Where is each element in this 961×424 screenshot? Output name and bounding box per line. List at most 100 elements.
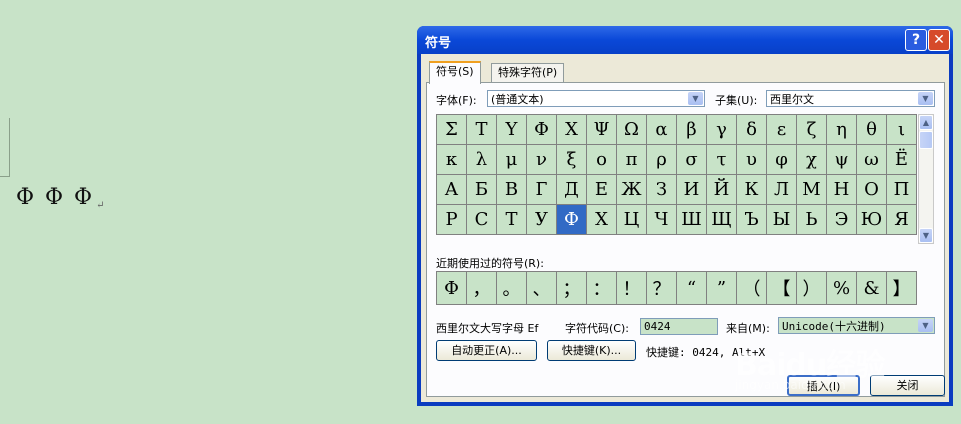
symbol-cell[interactable]: Ш: [677, 205, 707, 235]
subset-select[interactable]: 西里尔文 ▼: [766, 90, 935, 107]
document-text[interactable]: Φ Φ Φ ↵: [16, 185, 107, 211]
recent-symbol-cell[interactable]: ）: [797, 272, 827, 305]
recent-symbol-cell[interactable]: ：: [587, 272, 617, 305]
shortcut-key-button[interactable]: 快捷键(K)...: [547, 340, 636, 361]
symbol-cell[interactable]: Д: [557, 175, 587, 205]
symbol-cell[interactable]: З: [647, 175, 677, 205]
symbol-cell[interactable]: Ю: [857, 205, 887, 235]
symbol-cell[interactable]: δ: [737, 115, 767, 145]
symbol-cell[interactable]: α: [647, 115, 677, 145]
recent-symbol-cell[interactable]: Φ: [437, 272, 467, 305]
symbol-cell[interactable]: К: [737, 175, 767, 205]
symbol-cell[interactable]: Щ: [707, 205, 737, 235]
symbol-cell[interactable]: Э: [827, 205, 857, 235]
symbol-cell[interactable]: Н: [827, 175, 857, 205]
recent-symbol-cell[interactable]: ？: [647, 272, 677, 305]
symbol-cell[interactable]: ι: [887, 115, 917, 145]
symbol-cell[interactable]: κ: [437, 145, 467, 175]
symbol-cell[interactable]: Υ: [497, 115, 527, 145]
dialog-titlebar[interactable]: 符号 ? ✕: [417, 26, 953, 54]
symbol-cell[interactable]: П: [887, 175, 917, 205]
symbol-cell[interactable]: Я: [887, 205, 917, 235]
scroll-down-icon[interactable]: ▼: [919, 228, 933, 243]
recent-symbol-cell[interactable]: 、: [527, 272, 557, 305]
symbol-cell[interactable]: Т: [497, 205, 527, 235]
symbol-cell[interactable]: Х: [587, 205, 617, 235]
tab-special-chars[interactable]: 特殊字符(P): [491, 63, 565, 82]
scroll-up-icon[interactable]: ▲: [919, 115, 933, 130]
symbol-cell[interactable]: Σ: [437, 115, 467, 145]
symbol-cell[interactable]: σ: [677, 145, 707, 175]
symbol-cell[interactable]: О: [857, 175, 887, 205]
symbol-cell[interactable]: Ь: [797, 205, 827, 235]
autocorrect-button[interactable]: 自动更正(A)...: [436, 340, 537, 361]
symbol-cell[interactable]: Τ: [467, 115, 497, 145]
symbol-cell[interactable]: Ё: [887, 145, 917, 175]
symbol-cell[interactable]: λ: [467, 145, 497, 175]
symbol-cell[interactable]: Ъ: [737, 205, 767, 235]
recent-symbol-cell[interactable]: 。: [497, 272, 527, 305]
symbol-cell[interactable]: Φ: [527, 115, 557, 145]
symbol-cell[interactable]: Б: [467, 175, 497, 205]
recent-symbol-cell[interactable]: ，: [467, 272, 497, 305]
symbol-cell[interactable]: ε: [767, 115, 797, 145]
recent-symbol-cell[interactable]: %: [827, 272, 857, 305]
char-code-input[interactable]: 0424: [640, 318, 718, 335]
symbol-cell[interactable]: τ: [707, 145, 737, 175]
symbol-cell[interactable]: ρ: [647, 145, 677, 175]
symbol-cell[interactable]: ω: [857, 145, 887, 175]
close-icon[interactable]: ✕: [928, 29, 950, 51]
symbol-cell[interactable]: Ы: [767, 205, 797, 235]
symbol-cell[interactable]: β: [677, 115, 707, 145]
recent-symbol-cell[interactable]: ！: [617, 272, 647, 305]
ruler-marker: [9, 118, 10, 176]
symbol-cell[interactable]: М: [797, 175, 827, 205]
chevron-down-icon[interactable]: ▼: [688, 92, 703, 105]
symbol-cell[interactable]: С: [467, 205, 497, 235]
recent-symbol-cell[interactable]: 】: [887, 272, 917, 305]
symbol-cell[interactable]: θ: [857, 115, 887, 145]
from-select[interactable]: Unicode(十六进制) ▼: [778, 317, 935, 334]
tab-symbol[interactable]: 符号(S): [429, 61, 481, 84]
symbol-cell[interactable]: Ж: [617, 175, 647, 205]
recent-symbol-cell[interactable]: “: [677, 272, 707, 305]
font-select[interactable]: (普通文本) ▼: [487, 90, 705, 107]
symbol-cell[interactable]: χ: [797, 145, 827, 175]
symbol-cell[interactable]: Χ: [557, 115, 587, 145]
recent-symbol-cell[interactable]: ；: [557, 272, 587, 305]
symbol-cell[interactable]: ν: [527, 145, 557, 175]
symbol-cell[interactable]: ο: [587, 145, 617, 175]
symbol-cell[interactable]: υ: [737, 145, 767, 175]
recent-symbol-cell[interactable]: ”: [707, 272, 737, 305]
symbol-cell[interactable]: Ч: [647, 205, 677, 235]
symbol-cell[interactable]: ψ: [827, 145, 857, 175]
symbol-cell[interactable]: А: [437, 175, 467, 205]
symbol-cell[interactable]: ζ: [797, 115, 827, 145]
symbol-cell[interactable]: Ω: [617, 115, 647, 145]
symbol-cell[interactable]: В: [497, 175, 527, 205]
symbol-cell[interactable]: Ц: [617, 205, 647, 235]
symbol-cell[interactable]: μ: [497, 145, 527, 175]
symbol-cell[interactable]: ξ: [557, 145, 587, 175]
recent-symbol-cell[interactable]: 【: [767, 272, 797, 305]
symbol-cell[interactable]: Е: [587, 175, 617, 205]
symbol-cell[interactable]: η: [827, 115, 857, 145]
symbol-cell[interactable]: Г: [527, 175, 557, 205]
symbol-cell[interactable]: φ: [767, 145, 797, 175]
symbol-cell[interactable]: Р: [437, 205, 467, 235]
symbol-cell[interactable]: Ф: [557, 205, 587, 235]
recent-symbol-cell[interactable]: &: [857, 272, 887, 305]
symbol-cell[interactable]: Й: [707, 175, 737, 205]
symbol-cell[interactable]: Л: [767, 175, 797, 205]
symbol-cell[interactable]: π: [617, 145, 647, 175]
symbol-cell[interactable]: γ: [707, 115, 737, 145]
symbol-cell[interactable]: И: [677, 175, 707, 205]
symbol-grid-scrollbar[interactable]: ▲ ▼: [918, 114, 934, 244]
symbol-cell[interactable]: Ψ: [587, 115, 617, 145]
chevron-down-icon[interactable]: ▼: [918, 92, 933, 105]
chevron-down-icon[interactable]: ▼: [918, 319, 933, 332]
help-button[interactable]: ?: [905, 29, 927, 51]
scroll-thumb[interactable]: [919, 131, 933, 149]
recent-symbol-cell[interactable]: （: [737, 272, 767, 305]
symbol-cell[interactable]: У: [527, 205, 557, 235]
